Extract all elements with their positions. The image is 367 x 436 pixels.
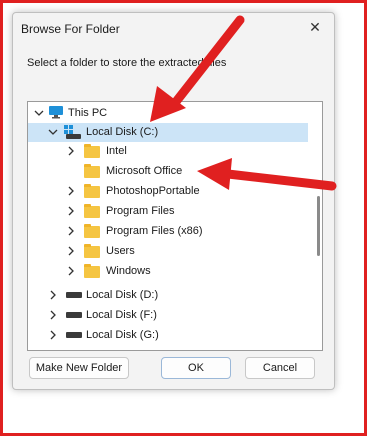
annotation-arrows [150,15,337,191]
arrow-to-local-disk-c [150,15,245,122]
arrow-to-microsoft-office [197,158,337,191]
